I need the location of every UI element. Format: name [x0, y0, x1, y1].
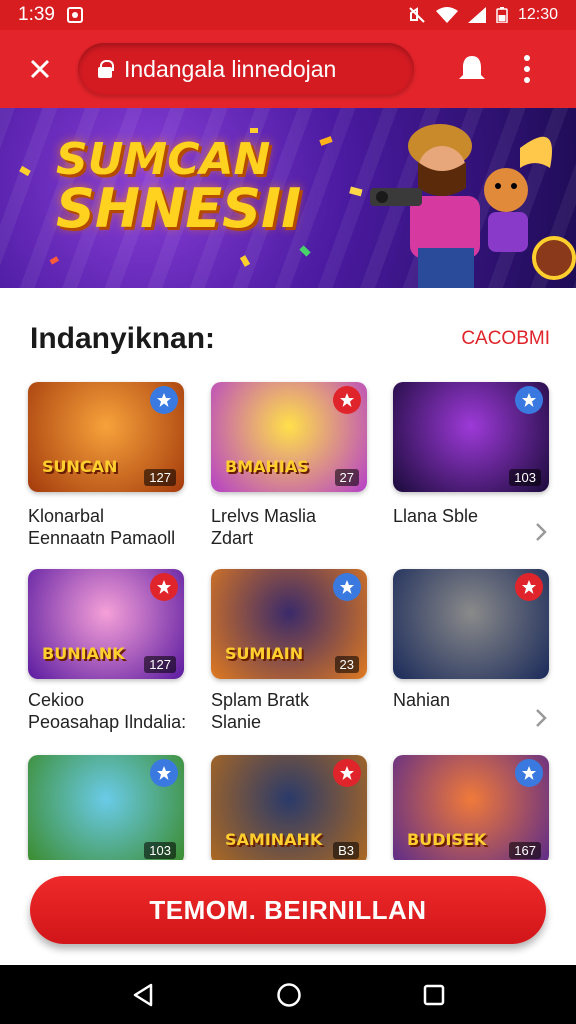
- hot-badge-icon: [333, 386, 361, 414]
- home-icon[interactable]: [276, 982, 302, 1008]
- game-subtitle: Zdart: [211, 528, 254, 548]
- game-player-count: 103: [144, 842, 176, 859]
- close-icon: [30, 59, 50, 79]
- game-subtitle: Slanie: [211, 712, 262, 732]
- hot-badge-icon: [515, 386, 543, 414]
- notifications-button[interactable]: [450, 47, 494, 91]
- banner-title-line2: SHNESII: [56, 177, 302, 240]
- banner-title-line1: SUMCAN: [56, 134, 271, 185]
- game-player-count: 127: [144, 656, 176, 673]
- promo-banner[interactable]: SUMCAN SHNESII: [0, 108, 576, 288]
- chevron-right-icon[interactable]: [534, 708, 548, 728]
- status-icons: 12:30: [408, 6, 558, 24]
- game-logo-text: SAMINAHK: [225, 830, 323, 849]
- game-title-label[interactable]: Cekioo Peoasahap Ilndalia:: [28, 689, 186, 733]
- game-card[interactable]: 103: [393, 382, 549, 492]
- hot-badge-icon: [515, 759, 543, 787]
- hot-badge-icon: [333, 759, 361, 787]
- game-title: Splam Bratk: [211, 690, 310, 710]
- hot-badge-icon: [333, 573, 361, 601]
- game-card[interactable]: SUNCAN 127: [28, 382, 184, 492]
- game-logo-text: BMAHIAS: [225, 457, 309, 476]
- section-heading: Indanyiknan:: [30, 322, 216, 355]
- game-card[interactable]: BUDISEK 167: [393, 755, 549, 865]
- bell-icon: [459, 56, 485, 79]
- game-card[interactable]: BMAHIAS 27: [211, 382, 367, 492]
- game-player-count: 167: [509, 842, 541, 859]
- url-bar[interactable]: Indangala linnedojan: [78, 43, 414, 95]
- game-title-label[interactable]: Lrelvs Maslia Zdart: [211, 505, 316, 549]
- hot-badge-icon: [150, 759, 178, 787]
- browser-toolbar: Indangala linnedojan: [0, 30, 576, 108]
- game-title: Nahian: [393, 690, 451, 710]
- hot-badge-icon: [515, 573, 543, 601]
- game-card[interactable]: [393, 569, 549, 679]
- game-player-count: 27: [334, 469, 359, 486]
- signal-icon: [467, 7, 486, 23]
- url-text: Indangala linnedojan: [124, 55, 337, 82]
- game-title: Cekioo: [28, 690, 85, 710]
- dot-icon: [524, 66, 530, 72]
- status-time: 1:39: [18, 4, 55, 25]
- hot-badge-icon: [150, 386, 178, 414]
- hot-badge-icon: [150, 573, 178, 601]
- game-title-label[interactable]: Nahian: [393, 689, 450, 711]
- battery-icon: [496, 7, 508, 23]
- more-options-button[interactable]: [512, 47, 542, 91]
- notification-icon: [66, 7, 83, 23]
- section-header: Indanyiknan: CACOBMI: [30, 322, 550, 356]
- game-player-count: 23: [334, 656, 359, 673]
- game-logo-text: BUNIANK: [42, 644, 125, 663]
- game-title-label[interactable]: Llana Sble: [393, 505, 478, 527]
- game-card[interactable]: 103: [28, 755, 184, 865]
- game-player-count: B3: [333, 842, 359, 859]
- game-card[interactable]: SUMIAIN 23: [211, 569, 367, 679]
- hero-character-illustration: [370, 124, 576, 288]
- primary-cta-button[interactable]: TEMOM. BEIRNILLAN: [30, 876, 546, 944]
- game-title: Klonarbal: [28, 506, 105, 526]
- game-player-count: 127: [144, 469, 176, 486]
- banner-title: SUMCAN SHNESII: [56, 134, 302, 240]
- game-subtitle: Peoasahap Ilndalia:: [28, 712, 187, 732]
- dot-icon: [524, 55, 530, 61]
- status-bar: 1:39 12:30: [0, 0, 576, 30]
- lock-icon: [98, 60, 114, 78]
- wifi-icon: [435, 7, 458, 23]
- game-logo-text: BUDISEK: [407, 830, 487, 849]
- game-logo-text: SUMIAIN: [225, 644, 304, 663]
- game-title-label[interactable]: Splam Bratk Slanie: [211, 689, 309, 733]
- close-button[interactable]: [10, 39, 70, 99]
- back-icon[interactable]: [131, 983, 155, 1007]
- game-card[interactable]: SAMINAHK B3: [211, 755, 367, 865]
- system-nav-bar: [0, 965, 576, 1024]
- mute-icon: [409, 7, 425, 23]
- game-title-label[interactable]: Klonarbal Eennaatn Pamaoll: [28, 505, 175, 549]
- status-clock: 12:30: [517, 6, 558, 23]
- game-subtitle: Eennaatn Pamaoll: [28, 528, 176, 548]
- game-title: Llana Sble: [393, 506, 479, 526]
- game-player-count: 103: [509, 469, 541, 486]
- chevron-right-icon[interactable]: [534, 522, 548, 542]
- game-card[interactable]: BUNIANK 127: [28, 569, 184, 679]
- see-all-link[interactable]: CACOBMI: [461, 328, 550, 350]
- game-title: Lrelvs Maslia: [211, 506, 317, 526]
- dot-icon: [524, 77, 530, 83]
- game-logo-text: SUNCAN: [42, 457, 118, 476]
- recents-icon[interactable]: [423, 984, 445, 1006]
